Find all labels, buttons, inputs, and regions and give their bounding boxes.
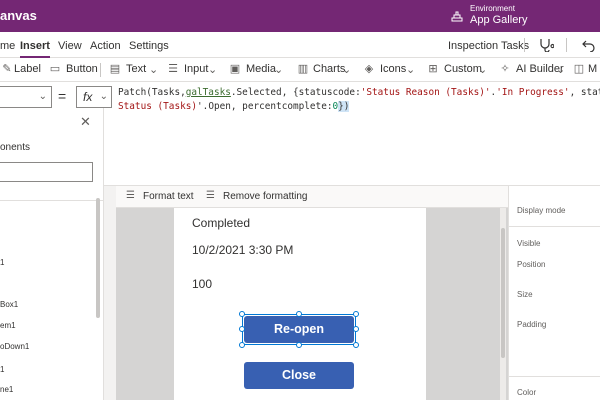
remove-formatting-button[interactable]: Remove formatting <box>223 191 307 202</box>
chevron-down-icon: ⌄ <box>406 64 416 76</box>
insert-charts-menu[interactable]: Charts <box>313 63 345 75</box>
chevron-down-icon: ⌄ <box>38 91 47 102</box>
title-bar: anvas Environment App Gallery <box>0 0 600 32</box>
insert-mixed-reality-menu[interactable]: M <box>588 63 597 75</box>
resize-handle[interactable] <box>353 311 359 317</box>
position-property[interactable]: Position <box>517 260 545 269</box>
mixed-reality-icon: ◫ <box>573 63 585 75</box>
canvas-scrollbar[interactable] <box>500 208 506 400</box>
remove-formatting-icon: ☰ <box>206 190 215 201</box>
chevron-down-icon: ⌄ <box>274 64 284 76</box>
divider <box>509 376 600 377</box>
tab-settings[interactable]: Settings <box>129 40 169 52</box>
app-screen: Completed 10/2/2021 3:30 PM 100 Re-open … <box>174 208 426 400</box>
resize-handle[interactable] <box>296 342 302 348</box>
charts-icon: ▥ <box>297 63 309 75</box>
size-property[interactable]: Size <box>517 290 533 299</box>
separator <box>100 63 101 77</box>
chevron-down-icon: ⌄ <box>342 64 352 76</box>
app-name[interactable]: Inspection Tasks <box>448 40 529 52</box>
insert-text-menu[interactable]: Text <box>126 63 146 75</box>
properties-panel: Display mode Visible Position Size Paddi… <box>508 186 600 400</box>
chevron-down-icon: ⌄ <box>208 64 218 76</box>
tree-item[interactable]: oDown1 <box>0 342 29 351</box>
app-title: anvas <box>0 8 37 23</box>
visible-property[interactable]: Visible <box>517 239 540 248</box>
tree-view-panel: ✕ onents 1 Box1 em1 oDown1 1 ne1 <box>0 108 104 400</box>
resize-handle[interactable] <box>239 311 245 317</box>
environment-name[interactable]: App Gallery <box>470 14 527 26</box>
display-mode-property[interactable]: Display mode <box>517 206 565 215</box>
insert-label-button[interactable]: Label <box>14 63 41 75</box>
tab-insert[interactable]: Insert <box>20 40 50 58</box>
format-text-icon: ☰ <box>126 190 135 201</box>
separator <box>524 38 525 52</box>
scrollbar-thumb[interactable] <box>501 228 505 358</box>
chevron-down-icon: ⌄ <box>478 64 488 76</box>
insert-input-menu[interactable]: Input <box>184 63 208 75</box>
search-input[interactable] <box>0 162 93 182</box>
label-icon: ✎ <box>2 63 12 75</box>
insert-media-menu[interactable]: Media <box>246 63 276 75</box>
insert-button-button[interactable]: Button <box>66 63 98 75</box>
button-icon: ▭ <box>49 63 61 75</box>
tree-item[interactable]: 1 <box>0 258 4 267</box>
input-icon: ☰ <box>168 63 178 75</box>
environment-label: Environment <box>470 4 515 13</box>
environment-icon <box>451 11 463 22</box>
tree-item[interactable]: Box1 <box>0 300 18 309</box>
fx-label: fx <box>83 90 93 104</box>
custom-icon: ⊞ <box>428 63 438 75</box>
formula-editor[interactable]: Patch(Tasks,galTasks.Selected, {statusco… <box>118 86 600 114</box>
components-heading: onents <box>0 142 31 153</box>
fx-button[interactable]: fx ⌄ <box>76 86 112 108</box>
tree-scrollbar[interactable] <box>96 198 100 318</box>
tab-home[interactable]: me <box>0 40 15 52</box>
separator <box>566 38 567 52</box>
equals-sign: = <box>58 88 67 104</box>
resize-handle[interactable] <box>239 326 245 332</box>
tree-item[interactable]: 1 <box>0 365 4 374</box>
status-label[interactable]: Completed <box>192 216 250 230</box>
due-date-label[interactable]: 10/2/2021 3:30 PM <box>192 243 293 257</box>
undo-icon[interactable] <box>582 38 596 52</box>
app-checker-icon[interactable] <box>538 38 554 52</box>
chevron-down-icon: ⌄ <box>99 91 108 102</box>
reopen-button[interactable]: Re-open <box>244 316 354 343</box>
insert-ribbon: ✎ Label ▭ Button ▤ Text ⌄ ☰ Input ⌄ ▣ Me… <box>0 58 600 82</box>
tab-view[interactable]: View <box>58 40 82 52</box>
menu-bar: me Insert View Action Settings Inspectio… <box>0 32 600 58</box>
divider <box>509 226 600 227</box>
close-icon[interactable]: ✕ <box>80 114 91 130</box>
property-dropdown[interactable]: ⌄ <box>0 86 52 108</box>
tree-item[interactable]: em1 <box>0 321 16 330</box>
tab-action[interactable]: Action <box>90 40 121 52</box>
icons-icon: ◈ <box>364 63 374 75</box>
text-icon: ▤ <box>109 63 121 75</box>
resize-handle[interactable] <box>353 326 359 332</box>
divider <box>0 200 104 201</box>
tree-item[interactable]: ne1 <box>0 385 13 394</box>
insert-icons-menu[interactable]: Icons <box>380 63 406 75</box>
ai-builder-icon: ✧ <box>500 63 510 75</box>
chevron-down-icon: ⌄ <box>149 64 159 76</box>
percent-complete-label[interactable]: 100 <box>192 277 212 291</box>
color-property[interactable]: Color <box>517 388 536 397</box>
insert-custom-menu[interactable]: Custom <box>444 63 482 75</box>
resize-handle[interactable] <box>353 342 359 348</box>
media-icon: ▣ <box>229 63 241 75</box>
close-button[interactable]: Close <box>244 362 354 389</box>
chevron-down-icon: ⌄ <box>556 64 566 76</box>
resize-handle[interactable] <box>296 311 302 317</box>
resize-handle[interactable] <box>239 342 245 348</box>
padding-property[interactable]: Padding <box>517 320 546 329</box>
format-text-button[interactable]: Format text <box>143 191 194 202</box>
